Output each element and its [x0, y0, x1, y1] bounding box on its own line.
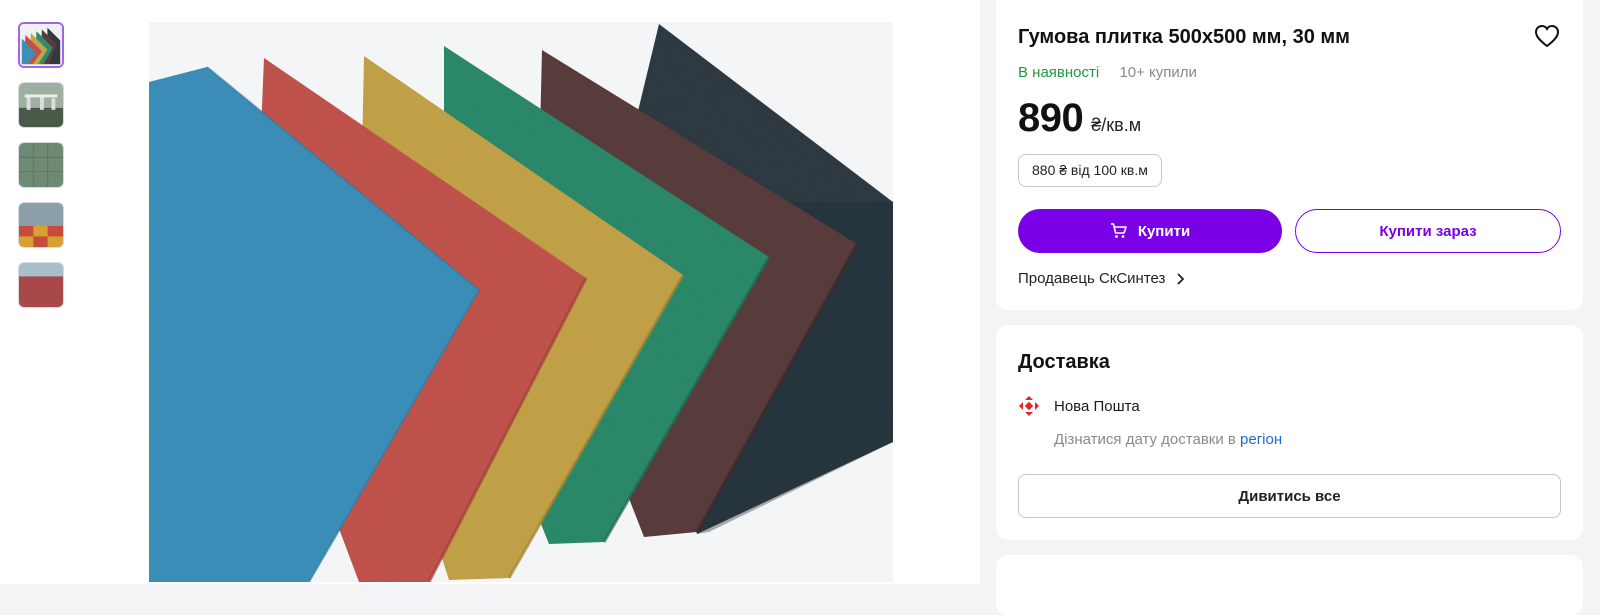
thumbnail-mixed-floor[interactable] — [18, 202, 64, 248]
seller-label: Продавець СкСинтез — [1018, 270, 1166, 287]
bought-count: 10+ купили — [1119, 64, 1197, 81]
carrier-name: Нова Пошта — [1054, 397, 1140, 415]
seller-link[interactable]: Продавець СкСинтез — [1018, 270, 1187, 287]
thumbnail-colored-tiles[interactable] — [18, 22, 64, 68]
delivery-hint-text: Дізнатися дату доставки в — [1054, 431, 1241, 448]
heart-icon[interactable] — [1533, 22, 1561, 50]
product-gallery — [0, 0, 980, 584]
product-info-card: Гумова плитка 500х500 мм, 30 мм В наявно… — [996, 0, 1583, 310]
thumbnail-green-floor[interactable] — [18, 142, 64, 188]
price-unit: ₴/кв.м — [1091, 115, 1142, 135]
wholesale-price-chip[interactable]: 880 ₴ від 100 кв.м — [1018, 154, 1162, 187]
region-link[interactable]: регіон — [1240, 431, 1282, 448]
thumbnail-playground[interactable] — [18, 82, 64, 128]
main-product-image[interactable] — [149, 22, 893, 582]
view-all-delivery-button[interactable]: Дивитись все — [1018, 474, 1561, 518]
thumbnail-red-floor[interactable] — [18, 262, 64, 308]
buy-now-button[interactable]: Купити зараз — [1295, 209, 1561, 253]
chevron-right-icon — [1177, 272, 1185, 285]
availability-row: В наявності 10+ купили — [1018, 64, 1197, 81]
cart-icon — [1110, 223, 1127, 238]
product-title: Гумова плитка 500х500 мм, 30 мм — [1018, 26, 1350, 48]
buy-button[interactable]: Купити — [1018, 209, 1282, 253]
next-info-card — [996, 555, 1583, 615]
carrier-row: Нова Пошта — [1018, 395, 1140, 417]
delivery-date-hint: Дізнатися дату доставки в регіон — [1054, 431, 1282, 448]
delivery-card: Доставка Нова Пошта Дізнатися дату доста… — [996, 325, 1583, 540]
nova-poshta-icon — [1019, 396, 1039, 416]
thumbnail-list — [18, 22, 64, 322]
buy-button-label: Купити — [1137, 222, 1191, 240]
price-value: 890 — [1018, 96, 1084, 140]
in-stock-label: В наявності — [1018, 64, 1100, 81]
price-row: 890 ₴/кв.м — [1018, 96, 1141, 141]
delivery-title: Доставка — [1018, 351, 1110, 373]
